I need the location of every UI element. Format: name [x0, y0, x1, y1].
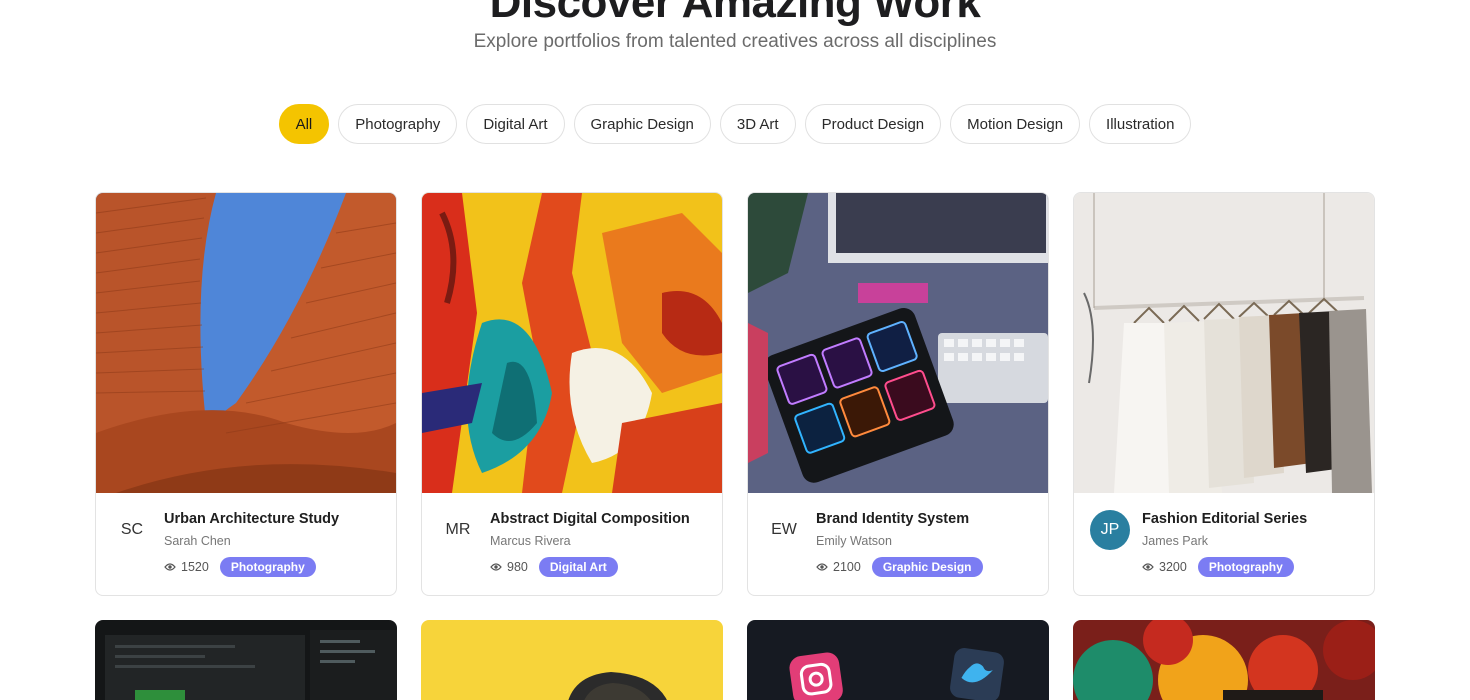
project-thumbnail[interactable] — [95, 620, 397, 700]
filter-chip-photography[interactable]: Photography — [338, 104, 458, 144]
category-badge: Graphic Design — [871, 557, 983, 577]
eye-icon — [490, 563, 502, 571]
project-title[interactable]: Fashion Editorial Series — [1142, 511, 1307, 527]
eye-icon — [816, 563, 828, 571]
view-count-value: 1520 — [181, 560, 209, 574]
filter-chip-digital-art[interactable]: Digital Art — [466, 104, 565, 144]
project-card[interactable]: SC Urban Architecture Study Sarah Chen 1… — [95, 192, 397, 596]
filter-chip-product-design[interactable]: Product Design — [804, 104, 942, 144]
view-count: 1520 — [164, 560, 209, 574]
project-author[interactable]: Sarah Chen — [164, 534, 231, 548]
category-filter-bar: All Photography Digital Art Graphic Desi… — [0, 104, 1470, 144]
view-count: 3200 — [1142, 560, 1187, 574]
filter-chip-3d-art[interactable]: 3D Art — [719, 104, 796, 144]
filter-chip-graphic-design[interactable]: Graphic Design — [573, 104, 711, 144]
project-card-partial[interactable] — [747, 620, 1049, 700]
page-subtitle: Explore portfolios from talented creativ… — [473, 31, 997, 52]
eye-icon — [164, 563, 176, 571]
author-avatar[interactable]: EW — [764, 510, 804, 550]
project-thumbnail[interactable] — [421, 620, 723, 700]
project-thumbnail[interactable] — [96, 193, 396, 493]
view-count-value: 3200 — [1159, 560, 1187, 574]
project-thumbnail[interactable] — [1073, 620, 1375, 700]
project-author[interactable]: Marcus Rivera — [490, 534, 571, 548]
project-author[interactable]: Emily Watson — [816, 534, 892, 548]
project-card[interactable]: MR Abstract Digital Composition Marcus R… — [421, 192, 723, 596]
project-thumbnail[interactable] — [747, 620, 1049, 700]
filter-chip-all[interactable]: All — [278, 104, 330, 144]
author-avatar[interactable]: SC — [112, 510, 152, 550]
author-avatar[interactable]: MR — [438, 510, 478, 550]
project-thumbnail[interactable] — [1074, 193, 1374, 493]
project-title[interactable]: Urban Architecture Study — [164, 511, 339, 527]
project-card-partial[interactable] — [95, 620, 397, 700]
project-thumbnail[interactable] — [422, 193, 722, 493]
view-count-value: 980 — [507, 560, 528, 574]
project-thumbnail[interactable] — [748, 193, 1048, 493]
view-count: 980 — [490, 560, 528, 574]
project-card[interactable]: JP Fashion Editorial Series James Park 3… — [1073, 192, 1375, 596]
eye-icon — [1142, 563, 1154, 571]
project-author[interactable]: James Park — [1142, 534, 1208, 548]
filter-chip-illustration[interactable]: Illustration — [1089, 104, 1192, 144]
project-card[interactable]: EW Brand Identity System Emily Watson 21… — [747, 192, 1049, 596]
project-title[interactable]: Abstract Digital Composition — [490, 511, 690, 527]
project-title[interactable]: Brand Identity System — [816, 511, 969, 527]
author-avatar[interactable]: JP — [1090, 510, 1130, 550]
category-badge: Photography — [1197, 557, 1294, 577]
category-badge: Photography — [219, 557, 316, 577]
view-count-value: 2100 — [833, 560, 861, 574]
view-count: 2100 — [816, 560, 861, 574]
page-title: Discover Amazing Work — [489, 0, 981, 27]
filter-chip-motion-design[interactable]: Motion Design — [950, 104, 1081, 144]
category-badge: Digital Art — [538, 557, 618, 577]
project-card-partial[interactable] — [421, 620, 723, 700]
project-card-partial[interactable] — [1073, 620, 1375, 700]
